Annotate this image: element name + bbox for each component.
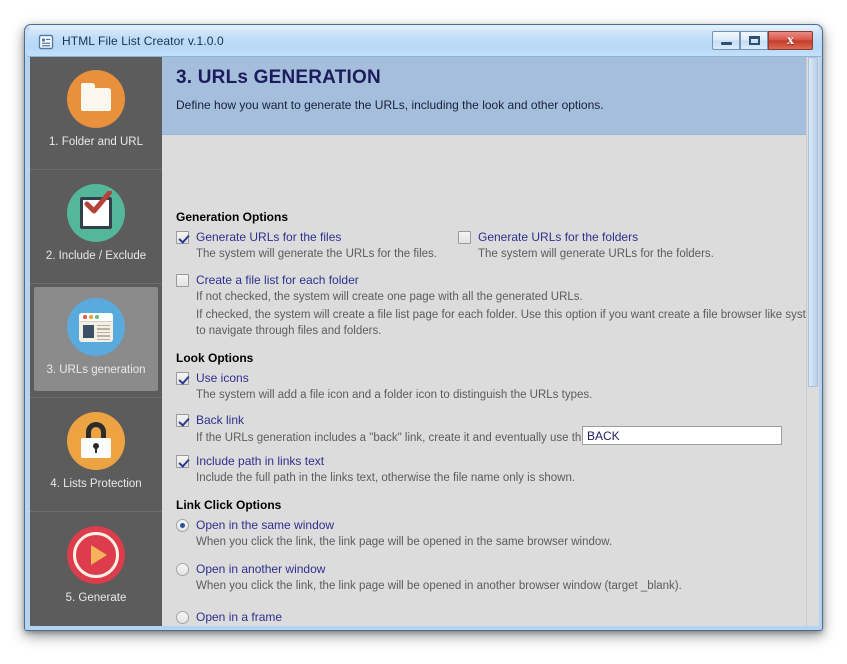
include-path-description: Include the full path in the links text,… [196, 472, 575, 484]
page-subtitle: Define how you want to generate the URLs… [176, 98, 604, 112]
file-list-each-folder-checkbox[interactable] [176, 274, 189, 287]
file-list-each-folder-label: Create a file list for each folder [196, 273, 359, 287]
open-another-window-radio[interactable] [176, 563, 189, 576]
generate-urls-files-checkbox[interactable] [176, 231, 189, 244]
open-same-window-radio[interactable] [176, 519, 189, 532]
sidebar-item-label: 5. Generate [30, 592, 162, 604]
back-link-description: If the URLs generation includes a "back"… [196, 432, 615, 444]
back-link-text-input[interactable] [582, 426, 782, 445]
scrollbar-thumb[interactable] [808, 57, 818, 387]
generation-options-heading: Generation Options [176, 210, 288, 224]
options-body: Generation Options Generate URLs for the… [162, 135, 807, 626]
generate-urls-folders-description: The system will generate URLs for the fo… [478, 248, 714, 260]
close-button[interactable]: x [768, 31, 813, 50]
padlock-icon [67, 412, 125, 470]
file-list-desc-line-3: to navigate through files and folders. [196, 325, 381, 337]
link-click-options-heading: Link Click Options [176, 498, 281, 512]
sidebar-item-urls-generation[interactable]: 3. URLs generation [30, 284, 162, 398]
use-icons-description: The system will add a file icon and a fo… [196, 389, 592, 401]
use-icons-checkbox[interactable] [176, 372, 189, 385]
maximize-icon [741, 32, 767, 49]
content-pane: 3. URLs GENERATION Define how you want t… [162, 56, 819, 626]
minimize-button[interactable] [712, 31, 740, 50]
window-title: HTML File List Creator v.1.0.0 [62, 34, 224, 48]
sidebar-item-label: 1. Folder and URL [30, 136, 162, 148]
generate-urls-folders-checkbox[interactable] [458, 231, 471, 244]
back-link-label: Back link [196, 413, 244, 427]
client-area: 1. Folder and URL 2. Include / Exclude [30, 56, 819, 626]
use-icons-label: Use icons [196, 371, 249, 385]
generate-urls-files-description: The system will generate the URLs for th… [196, 248, 437, 260]
page-title: 3. URLs GENERATION [176, 67, 381, 89]
generate-urls-folders-label: Generate URLs for the folders [478, 230, 638, 244]
wizard-step-sidebar: 1. Folder and URL 2. Include / Exclude [30, 56, 162, 626]
sidebar-item-folder-and-url[interactable]: 1. Folder and URL [30, 56, 162, 170]
play-button-icon [67, 526, 125, 584]
open-another-window-description: When you click the link, the link page w… [196, 580, 682, 592]
open-another-window-label: Open in another window [196, 562, 325, 576]
file-list-desc-line-1: If not checked, the system will create o… [196, 291, 583, 303]
open-same-window-description: When you click the link, the link page w… [196, 536, 612, 548]
open-in-frame-label: Open in a frame [196, 610, 282, 624]
browser-window-icon [67, 298, 125, 356]
page-header: 3. URLs GENERATION Define how you want t… [162, 56, 807, 135]
open-in-frame-radio[interactable] [176, 611, 189, 624]
sidebar-item-label: 4. Lists Protection [30, 478, 162, 490]
open-same-window-label: Open in the same window [196, 518, 334, 532]
sidebar-item-generate[interactable]: 5. Generate [30, 512, 162, 626]
folder-icon [67, 70, 125, 128]
close-icon: x [769, 32, 812, 49]
title-bar: HTML File List Creator v.1.0.0 x [28, 27, 821, 57]
include-path-label: Include path in links text [196, 454, 324, 468]
content-scrollbar[interactable] [806, 56, 819, 626]
document-list-icon [38, 34, 54, 50]
checkbox-check-icon [67, 184, 125, 242]
sidebar-item-label: 3. URLs generation [30, 364, 162, 376]
include-path-checkbox[interactable] [176, 455, 189, 468]
maximize-button[interactable] [740, 31, 768, 50]
sidebar-item-lists-protection[interactable]: 4. Lists Protection [30, 398, 162, 512]
file-list-desc-line-2: If checked, the system will create a fil… [196, 309, 819, 321]
sidebar-item-label: 2. Include / Exclude [30, 250, 162, 262]
look-options-heading: Look Options [176, 351, 253, 365]
back-link-checkbox[interactable] [176, 414, 189, 427]
sidebar-item-include-exclude[interactable]: 2. Include / Exclude [30, 170, 162, 284]
minimize-icon [713, 32, 739, 49]
application-window: HTML File List Creator v.1.0.0 x 1. Fold… [24, 24, 823, 631]
generate-urls-files-label: Generate URLs for the files [196, 230, 341, 244]
